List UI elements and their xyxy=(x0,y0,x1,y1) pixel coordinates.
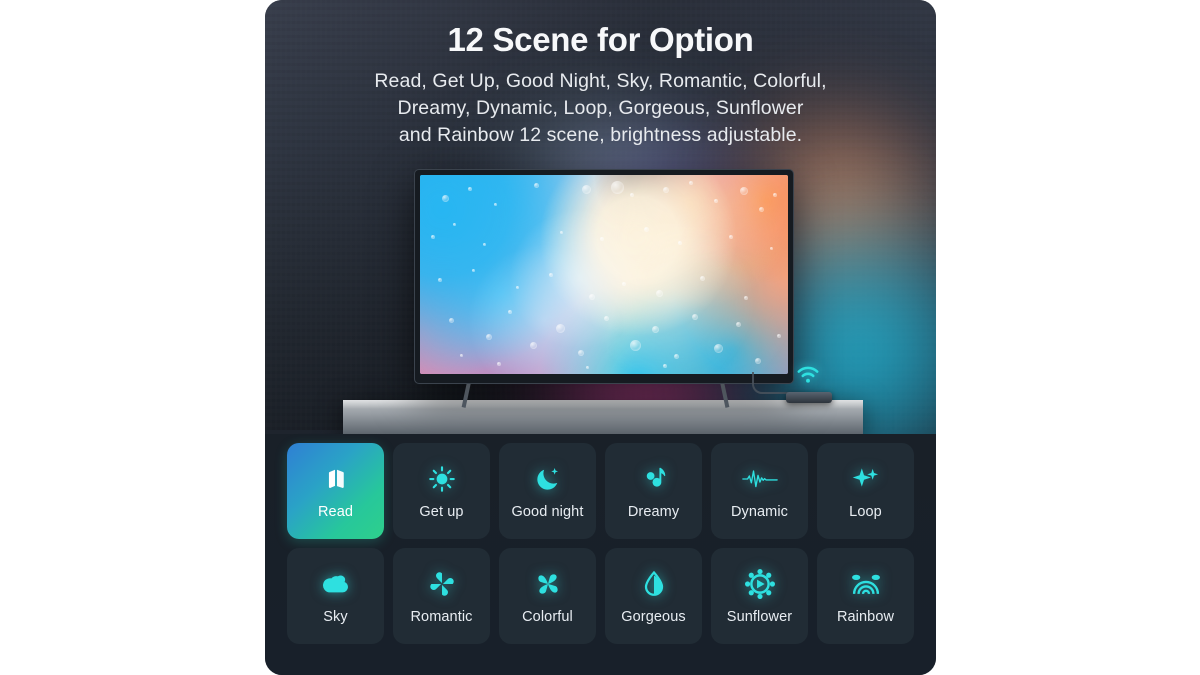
scene-tile-read[interactable]: Read xyxy=(287,443,384,539)
header: 12 Scene for Option Read, Get Up, Good N… xyxy=(265,0,936,149)
scene-label: Sunflower xyxy=(726,608,793,625)
wallpaper-bubble xyxy=(581,184,591,194)
subtitle-line-3: and Rainbow 12 scene, brightness adjusta… xyxy=(398,123,803,146)
sun-icon xyxy=(427,463,457,495)
wallpaper-bubble xyxy=(729,234,734,239)
clover-icon xyxy=(427,568,457,600)
droplet-icon xyxy=(639,568,669,600)
scene-label: Colorful xyxy=(522,608,573,625)
subtitle-line-1: Read, Get Up, Good Night, Sky, Romantic,… xyxy=(374,69,827,92)
wallpaper-bubble xyxy=(534,182,540,188)
scene-selector-grid: Read Get up Good night Dreamy Dynamic Loop Sk… xyxy=(265,434,936,675)
scene-tile-dreamy[interactable]: Dreamy xyxy=(605,443,702,539)
wallpaper-bubble xyxy=(655,290,663,298)
product-card: 12 Scene for Option Read, Get Up, Good N… xyxy=(265,0,936,675)
wallpaper-bubble xyxy=(629,340,641,352)
page-title: 12 Scene for Option xyxy=(447,21,754,58)
wallpaper-bubble xyxy=(662,186,669,193)
page-root: 12 Scene for Option Read, Get Up, Good N… xyxy=(0,0,1200,675)
scene-label: Romantic xyxy=(410,608,473,625)
sparkles-icon xyxy=(850,463,882,495)
wallpaper-bubble xyxy=(559,230,563,234)
scene-tile-loop[interactable]: Loop xyxy=(817,443,914,539)
cloud-icon xyxy=(320,568,352,600)
scene-label: Dynamic xyxy=(730,503,789,520)
wallpaper-highlight-layer xyxy=(420,175,788,374)
television xyxy=(415,170,793,383)
scene-tile-good-night[interactable]: Good night xyxy=(499,443,596,539)
pinwheel-icon xyxy=(533,568,563,600)
scene-label: Read xyxy=(317,503,354,520)
page-subtitle: Read, Get Up, Good Night, Sky, Romantic,… xyxy=(265,68,936,149)
scene-tile-sunflower[interactable]: Sunflower xyxy=(711,548,808,644)
scene-label: Gorgeous xyxy=(621,608,686,625)
tv-screen xyxy=(420,175,788,374)
wallpaper-bubble xyxy=(754,358,761,365)
scene-label: Rainbow xyxy=(836,608,895,625)
scene-label: Sky xyxy=(323,608,348,625)
wallpaper-bubble xyxy=(677,240,682,245)
wallpaper-bubble xyxy=(493,202,497,206)
wallpaper-bubble xyxy=(467,186,472,191)
scene-label: Dreamy xyxy=(627,503,680,520)
wallpaper-bubble xyxy=(673,354,679,360)
book-icon xyxy=(321,463,351,495)
subtitle-line-2: Dreamy, Dynamic, Loop, Gorgeous, Sunflow… xyxy=(397,96,804,119)
wallpaper-bubble xyxy=(482,242,486,246)
waveform-icon xyxy=(741,463,778,495)
scene-tile-romantic[interactable]: Romantic xyxy=(393,548,490,644)
scene-label: Get up xyxy=(419,503,464,520)
control-box-cable xyxy=(752,372,788,394)
scene-label: Good night xyxy=(511,503,584,520)
wallpaper-bubble xyxy=(431,234,436,239)
scene-tile-sky[interactable]: Sky xyxy=(287,548,384,644)
wallpaper-bubble xyxy=(453,222,457,226)
scene-tile-colorful[interactable]: Colorful xyxy=(499,548,596,644)
scene-tile-rainbow[interactable]: Rainbow xyxy=(817,548,914,644)
scene-tile-gorgeous[interactable]: Gorgeous xyxy=(605,548,702,644)
rainbow-icon xyxy=(850,568,882,600)
wallpaper-bubble xyxy=(442,194,450,202)
control-box xyxy=(786,392,832,403)
wallpaper-bubble xyxy=(629,192,634,197)
flower-icon xyxy=(744,568,776,600)
wallpaper-bubble xyxy=(471,268,475,272)
wifi-icon xyxy=(797,366,819,383)
wallpaper-bubble xyxy=(769,246,773,250)
wallpaper-bubble xyxy=(758,206,764,212)
moon-icon xyxy=(533,463,563,495)
scene-tile-get-up[interactable]: Get up xyxy=(393,443,490,539)
tv-console xyxy=(343,400,863,434)
scene-label: Loop xyxy=(849,503,882,520)
wallpaper-bubble xyxy=(688,180,693,185)
music-note-icon xyxy=(639,463,669,495)
wallpaper-bubble xyxy=(548,272,553,277)
wallpaper-bubble xyxy=(662,364,667,369)
scene-tile-dynamic[interactable]: Dynamic xyxy=(711,443,808,539)
scene-row-2: Sky Romantic Colorful Gorgeous Sunflower Rain… xyxy=(287,548,914,644)
wallpaper-bubble xyxy=(585,366,589,370)
scene-row-1: Read Get up Good night Dreamy Dynamic Loop xyxy=(287,443,914,539)
